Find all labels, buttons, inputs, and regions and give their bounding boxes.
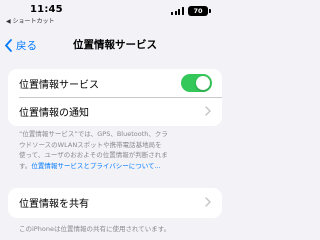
share-location-group: 位置情報を共有 <box>8 188 222 218</box>
location-services-toggle[interactable] <box>181 74 212 92</box>
battery-icon: 70 <box>188 6 208 16</box>
navigation-bar: 戻る 位置情報サービス <box>0 30 230 58</box>
footnote-text: す。 <box>19 161 32 170</box>
footnote-line: “位置情報サービス”では、GPS、Bluetooth、クラ <box>19 130 168 138</box>
location-alerts-label: 位置情報の通知 <box>19 108 89 119</box>
location-settings-group: 位置情報サービス 位置情報の通知 <box>8 69 222 126</box>
share-location-row[interactable]: 位置情報を共有 <box>8 188 222 217</box>
share-location-label: 位置情報を共有 <box>19 199 89 210</box>
share-location-note: このiPhoneは位置情報の共有に使用されています。 <box>19 225 171 233</box>
location-alerts-row[interactable]: 位置情報の通知 <box>8 97 222 126</box>
toggle-knob <box>196 76 210 90</box>
footnote-line: ウドソースのWLANスポットや携帯電話基地局を <box>19 140 162 149</box>
location-services-row: 位置情報サービス <box>8 69 222 97</box>
status-bar: 11:45 ◀ ショートカット 70 <box>0 0 230 26</box>
battery-tip <box>209 9 211 13</box>
location-services-label: 位置情報サービス <box>19 79 99 91</box>
back-to-app-link[interactable]: ◀ ショートカット <box>6 16 55 25</box>
status-time: 11:45 <box>30 4 63 15</box>
location-services-footnote: “位置情報サービス”では、GPS、Bluetooth、クラ ウドソースのWLAN… <box>19 129 219 171</box>
cellular-signal-icon <box>171 7 185 15</box>
page-title: 位置情報サービス <box>73 39 157 51</box>
footnote-line: す。位置情報サービスとプライバシーについて... <box>19 161 219 172</box>
privacy-link[interactable]: 位置情報サービスとプライバシーについて... <box>31 162 160 170</box>
chevron-right-icon <box>205 197 211 207</box>
footnote-line: 使って、ユーザのおおよその位置情報が判断されま <box>19 151 168 159</box>
chevron-right-icon <box>205 106 211 116</box>
